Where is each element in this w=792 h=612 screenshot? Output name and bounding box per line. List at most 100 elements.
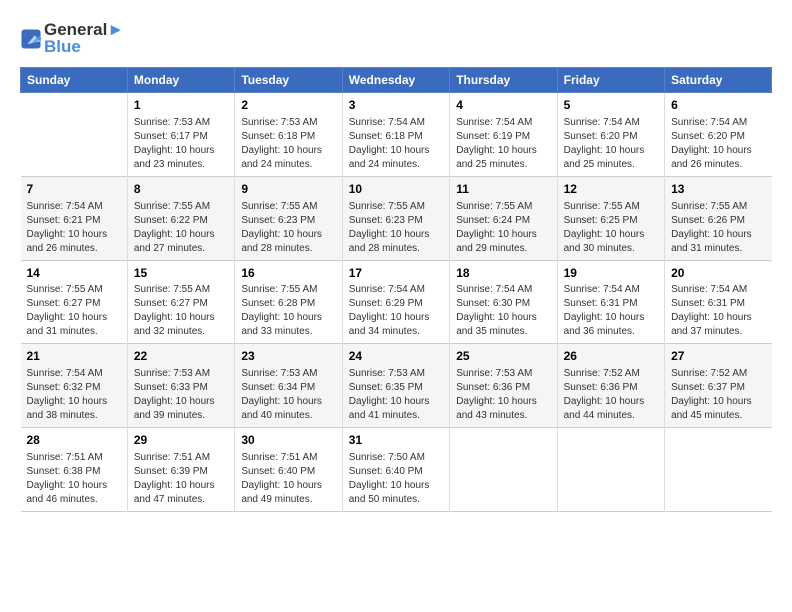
day-info: Sunrise: 7:54 AMSunset: 6:29 PMDaylight:…	[349, 283, 443, 339]
calendar-day-cell: 28 Sunrise: 7:51 AMSunset: 6:38 PMDayligh…	[21, 428, 128, 512]
calendar-day-cell	[21, 93, 128, 177]
calendar-day-cell: 6 Sunrise: 7:54 AMSunset: 6:20 PMDaylight…	[665, 93, 772, 177]
header-cell: Monday	[127, 68, 234, 93]
calendar-day-cell: 29Sunrise: 7:51 AMSunset: 6:39 PMDayligh…	[127, 428, 234, 512]
day-number: 18	[456, 265, 550, 282]
calendar-week-row: 28 Sunrise: 7:51 AMSunset: 6:38 PMDayligh…	[21, 428, 772, 512]
day-info: Sunrise: 7:54 AMSunset: 6:30 PMDaylight:…	[456, 283, 550, 339]
day-number: 1	[134, 97, 228, 114]
calendar-day-cell: 9 Sunrise: 7:55 AMSunset: 6:23 PMDaylight…	[235, 176, 342, 260]
header-row: SundayMondayTuesdayWednesdayThursdayFrid…	[21, 68, 772, 93]
calendar-day-cell: 27Sunrise: 7:52 AMSunset: 6:37 PMDayligh…	[665, 344, 772, 428]
day-number: 25	[456, 348, 550, 365]
page: General► Blue SundayMondayTuesdayWednesd…	[0, 0, 792, 612]
calendar-day-cell	[557, 428, 664, 512]
day-info: Sunrise: 7:55 AMSunset: 6:24 PMDaylight:…	[456, 200, 550, 256]
day-info: Sunrise: 7:54 AMSunset: 6:19 PMDaylight:…	[456, 116, 550, 172]
calendar-day-cell: 30Sunrise: 7:51 AMSunset: 6:40 PMDayligh…	[235, 428, 342, 512]
day-info: Sunrise: 7:53 AMSunset: 6:17 PMDaylight:…	[134, 116, 228, 172]
calendar-week-row: 14Sunrise: 7:55 AMSunset: 6:27 PMDayligh…	[21, 260, 772, 344]
calendar-day-cell: 17Sunrise: 7:54 AMSunset: 6:29 PMDayligh…	[342, 260, 449, 344]
day-info: Sunrise: 7:55 AMSunset: 6:22 PMDaylight:…	[134, 200, 228, 256]
calendar-day-cell: 2 Sunrise: 7:53 AMSunset: 6:18 PMDaylight…	[235, 93, 342, 177]
day-info: Sunrise: 7:54 AMSunset: 6:20 PMDaylight:…	[564, 116, 658, 172]
day-info: Sunrise: 7:52 AMSunset: 6:37 PMDaylight:…	[671, 367, 765, 423]
calendar-day-cell	[665, 428, 772, 512]
day-info: Sunrise: 7:54 AMSunset: 6:32 PMDaylight:…	[27, 367, 121, 423]
day-number: 15	[134, 265, 228, 282]
day-info: Sunrise: 7:52 AMSunset: 6:36 PMDaylight:…	[564, 367, 658, 423]
calendar-day-cell: 5 Sunrise: 7:54 AMSunset: 6:20 PMDaylight…	[557, 93, 664, 177]
day-info: Sunrise: 7:51 AMSunset: 6:38 PMDaylight:…	[27, 451, 121, 507]
day-number: 23	[241, 348, 335, 365]
day-number: 8	[134, 181, 228, 198]
day-info: Sunrise: 7:53 AMSunset: 6:34 PMDaylight:…	[241, 367, 335, 423]
day-number: 30	[241, 432, 335, 449]
day-info: Sunrise: 7:55 AMSunset: 6:23 PMDaylight:…	[241, 200, 335, 256]
day-number: 21	[27, 348, 121, 365]
header-cell: Wednesday	[342, 68, 449, 93]
day-info: Sunrise: 7:55 AMSunset: 6:28 PMDaylight:…	[241, 283, 335, 339]
day-number: 2	[241, 97, 335, 114]
header-cell: Saturday	[665, 68, 772, 93]
day-info: Sunrise: 7:55 AMSunset: 6:23 PMDaylight:…	[349, 200, 443, 256]
calendar-week-row: 1 Sunrise: 7:53 AMSunset: 6:17 PMDaylight…	[21, 93, 772, 177]
day-number: 9	[241, 181, 335, 198]
day-number: 26	[564, 348, 658, 365]
day-info: Sunrise: 7:54 AMSunset: 6:31 PMDaylight:…	[564, 283, 658, 339]
calendar-day-cell: 19Sunrise: 7:54 AMSunset: 6:31 PMDayligh…	[557, 260, 664, 344]
header: General► Blue	[20, 20, 772, 57]
day-number: 24	[349, 348, 443, 365]
day-number: 14	[27, 265, 121, 282]
day-number: 31	[349, 432, 443, 449]
day-info: Sunrise: 7:53 AMSunset: 6:18 PMDaylight:…	[241, 116, 335, 172]
day-info: Sunrise: 7:50 AMSunset: 6:40 PMDaylight:…	[349, 451, 443, 507]
day-number: 29	[134, 432, 228, 449]
calendar-day-cell: 20Sunrise: 7:54 AMSunset: 6:31 PMDayligh…	[665, 260, 772, 344]
calendar-day-cell: 12 Sunrise: 7:55 AMSunset: 6:25 PMDayligh…	[557, 176, 664, 260]
day-number: 19	[564, 265, 658, 282]
day-info: Sunrise: 7:54 AMSunset: 6:31 PMDaylight:…	[671, 283, 765, 339]
calendar-day-cell: 25 Sunrise: 7:53 AMSunset: 6:36 PMDayligh…	[450, 344, 557, 428]
calendar-day-cell: 26 Sunrise: 7:52 AMSunset: 6:36 PMDayligh…	[557, 344, 664, 428]
header-cell: Sunday	[21, 68, 128, 93]
day-number: 16	[241, 265, 335, 282]
calendar-day-cell: 18Sunrise: 7:54 AMSunset: 6:30 PMDayligh…	[450, 260, 557, 344]
day-number: 3	[349, 97, 443, 114]
calendar-day-cell: 1 Sunrise: 7:53 AMSunset: 6:17 PMDaylight…	[127, 93, 234, 177]
calendar-week-row: 7 Sunrise: 7:54 AMSunset: 6:21 PMDaylight…	[21, 176, 772, 260]
calendar-day-cell: 3Sunrise: 7:54 AMSunset: 6:18 PMDaylight…	[342, 93, 449, 177]
calendar-table: SundayMondayTuesdayWednesdayThursdayFrid…	[20, 67, 772, 512]
calendar-day-cell: 16Sunrise: 7:55 AMSunset: 6:28 PMDayligh…	[235, 260, 342, 344]
logo: General► Blue	[20, 20, 124, 57]
calendar-day-cell: 31 Sunrise: 7:50 AMSunset: 6:40 PMDayligh…	[342, 428, 449, 512]
day-number: 12	[564, 181, 658, 198]
calendar-day-cell	[450, 428, 557, 512]
calendar-day-cell: 14Sunrise: 7:55 AMSunset: 6:27 PMDayligh…	[21, 260, 128, 344]
day-number: 11	[456, 181, 550, 198]
calendar-day-cell: 13 Sunrise: 7:55 AMSunset: 6:26 PMDayligh…	[665, 176, 772, 260]
day-number: 4	[456, 97, 550, 114]
calendar-day-cell: 11 Sunrise: 7:55 AMSunset: 6:24 PMDayligh…	[450, 176, 557, 260]
day-number: 5	[564, 97, 658, 114]
day-number: 6	[671, 97, 765, 114]
day-number: 20	[671, 265, 765, 282]
day-number: 13	[671, 181, 765, 198]
day-number: 28	[27, 432, 121, 449]
calendar-day-cell: 22Sunrise: 7:53 AMSunset: 6:33 PMDayligh…	[127, 344, 234, 428]
calendar-day-cell: 4 Sunrise: 7:54 AMSunset: 6:19 PMDaylight…	[450, 93, 557, 177]
day-number: 22	[134, 348, 228, 365]
day-number: 7	[27, 181, 121, 198]
header-cell: Thursday	[450, 68, 557, 93]
day-info: Sunrise: 7:55 AMSunset: 6:26 PMDaylight:…	[671, 200, 765, 256]
day-info: Sunrise: 7:55 AMSunset: 6:27 PMDaylight:…	[134, 283, 228, 339]
day-info: Sunrise: 7:55 AMSunset: 6:27 PMDaylight:…	[27, 283, 121, 339]
day-info: Sunrise: 7:53 AMSunset: 6:36 PMDaylight:…	[456, 367, 550, 423]
day-info: Sunrise: 7:54 AMSunset: 6:21 PMDaylight:…	[27, 200, 121, 256]
day-info: Sunrise: 7:54 AMSunset: 6:20 PMDaylight:…	[671, 116, 765, 172]
calendar-day-cell: 21 Sunrise: 7:54 AMSunset: 6:32 PMDayligh…	[21, 344, 128, 428]
day-info: Sunrise: 7:55 AMSunset: 6:25 PMDaylight:…	[564, 200, 658, 256]
day-number: 17	[349, 265, 443, 282]
day-number: 10	[349, 181, 443, 198]
logo-text: General► Blue	[44, 20, 124, 57]
